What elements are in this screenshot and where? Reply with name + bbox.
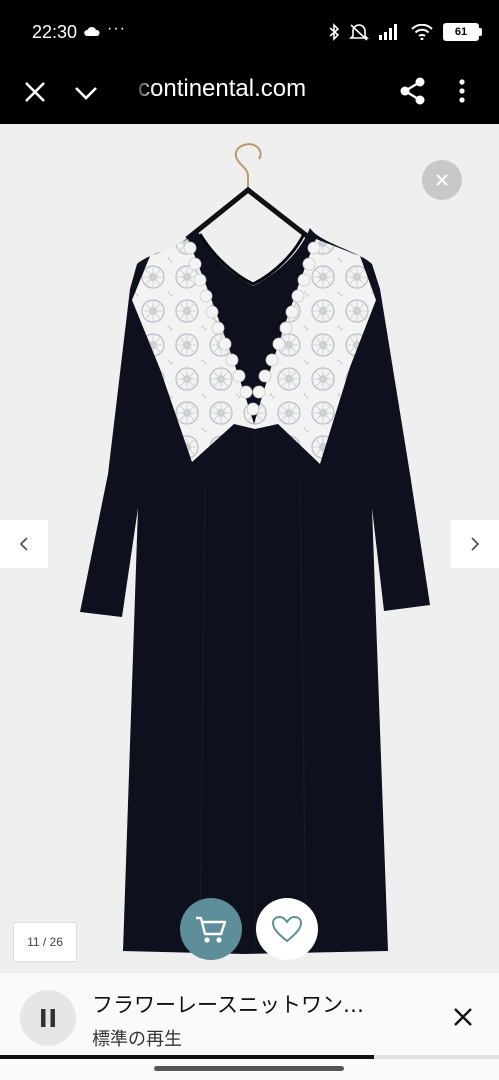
- pause-button[interactable]: [20, 990, 76, 1046]
- close-icon[interactable]: [22, 79, 48, 105]
- cloud-icon: [84, 26, 100, 36]
- url-domain[interactable]: continental.com: [138, 75, 306, 103]
- prev-image-button[interactable]: [0, 520, 48, 568]
- close-icon[interactable]: [449, 1003, 477, 1031]
- media-player: フラワーレースニットワン… 標準の再生: [0, 972, 499, 1061]
- cart-icon: [196, 916, 227, 943]
- favorite-button[interactable]: [256, 898, 318, 960]
- status-more-dots: ···: [107, 20, 126, 37]
- wifi-icon: [411, 24, 433, 40]
- add-to-cart-button[interactable]: [180, 898, 242, 960]
- share-icon[interactable]: [399, 76, 427, 106]
- battery-tip: [479, 28, 482, 36]
- status-time: 22:30: [32, 22, 78, 42]
- heart-icon: [271, 915, 303, 943]
- more-vert-icon[interactable]: [452, 76, 472, 106]
- product-image-viewer[interactable]: 11 / 26: [0, 124, 499, 972]
- product-image: [80, 143, 430, 954]
- battery-icon: 61: [443, 23, 482, 41]
- status-bar: 22:30 ··· 61: [0, 0, 499, 62]
- close-icon: [436, 174, 448, 186]
- chevron-right-icon: [471, 537, 480, 551]
- mute-icon: [349, 24, 369, 41]
- playback-speed-label: 標準の再生: [92, 1029, 182, 1050]
- system-nav-bar: [0, 1060, 499, 1080]
- playback-progress[interactable]: [0, 1055, 499, 1059]
- battery-level: 61: [454, 26, 468, 38]
- next-image-button[interactable]: [451, 520, 499, 568]
- track-title[interactable]: フラワーレースニットワン…: [92, 989, 412, 1019]
- browser-toolbar: continental.com: [0, 62, 499, 124]
- status-icons: 61: [329, 22, 482, 42]
- url-fade: [132, 72, 154, 112]
- chevron-down-icon[interactable]: [72, 79, 100, 105]
- playback-progress-fill: [0, 1055, 375, 1059]
- pause-icon: [41, 1009, 55, 1027]
- home-gesture-bar[interactable]: [154, 1066, 344, 1071]
- signal-icon: [379, 24, 397, 40]
- close-viewer-button[interactable]: [422, 160, 462, 200]
- image-counter: 11 / 26: [13, 922, 77, 962]
- bluetooth-icon: [329, 23, 339, 41]
- chevron-left-icon: [19, 537, 28, 551]
